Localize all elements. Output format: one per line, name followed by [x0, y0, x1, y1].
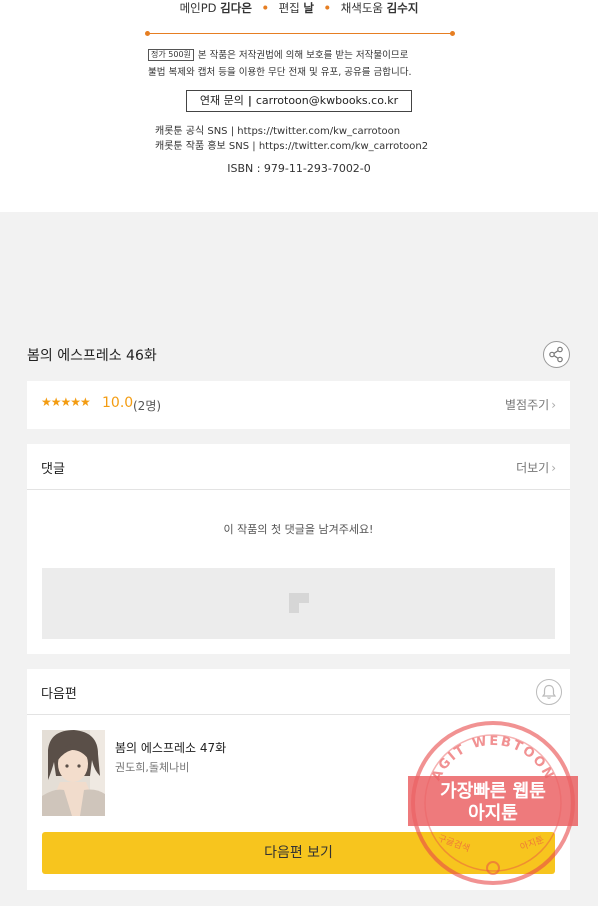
contact-label: 연재 문의 [199, 94, 244, 107]
rating-score: 10.0 [102, 395, 134, 411]
coloring-role: 채색도움 [340, 1, 384, 15]
contact-email: carrotoon@kwbooks.co.kr [255, 94, 399, 107]
price-badge: 정가 500원 [148, 49, 194, 61]
next-episode-thumbnail[interactable] [42, 730, 105, 816]
next-episode-authors: 권도희,돌체나비 [115, 761, 190, 774]
isbn: ISBN : 979-11-293-7002-0 [227, 162, 371, 175]
comment-input[interactable] [42, 568, 555, 639]
next-episode-button[interactable]: 다음편 보기 [42, 832, 555, 874]
contact-separator: | [247, 94, 252, 107]
episode-title: 봄의 에스프레소 46화 [27, 348, 157, 364]
comments-header: 댓글 더보기 › [27, 444, 570, 490]
sns-line-2: 캐롯툰 작품 홍보 SNS | https://twitter.com/kw_c… [155, 141, 429, 152]
next-episode-label: 다음편 [41, 687, 77, 702]
share-button[interactable] [543, 341, 570, 368]
notification-button[interactable] [536, 679, 562, 705]
editor-name: 날 [303, 1, 315, 15]
rating-card: ★★★★★ 10.0 (2명) 별점주기 › [27, 381, 570, 429]
copyright-notice: 정가 500원 본 작품은 저작권법에 의해 보호를 받는 저작물이므로 불법 복… [148, 47, 458, 81]
editor-role: 편집 [278, 1, 300, 15]
main-pd-role: 메인PD [179, 1, 217, 15]
star-rating-icon: ★★★★★ [41, 395, 91, 409]
rating-count: (2명) [133, 399, 162, 413]
comments-more-button[interactable]: 더보기 › [516, 459, 556, 476]
pencil-icon [289, 593, 309, 613]
divider-line [145, 31, 455, 36]
rate-button[interactable]: 별점주기 › [505, 396, 556, 413]
next-episode-title[interactable]: 봄의 에스프레소 47화 [115, 739, 226, 756]
chevron-right-icon: › [551, 398, 556, 412]
sns-line-1: 캐롯툰 공식 SNS | https://twitter.com/kw_carr… [155, 126, 401, 137]
separator-dot: • [323, 1, 332, 15]
character-illustration [42, 730, 105, 816]
contact-box: 연재 문의 | carrotoon@kwbooks.co.kr [186, 90, 412, 112]
empty-comments-message: 이 작품의 첫 댓글을 남겨주세요! [223, 523, 374, 536]
more-label: 더보기 [516, 461, 550, 475]
notice-line-1: 본 작품은 저작권법에 의해 보호를 받는 저작물이므로 [197, 50, 409, 61]
chevron-right-icon: › [551, 461, 556, 475]
bell-icon [541, 684, 557, 699]
next-episode-card: 다음편 봄의 에스프레소 47화 권도희,돌체나비 다음편 보기 [27, 669, 570, 890]
notice-line-2: 불법 복제와 캡처 등을 이용한 무단 전재 및 유포, 공유를 금합니다. [148, 67, 412, 78]
separator-dot: • [261, 1, 269, 15]
staff-credits: 메인PD 김다은 • 편집 날 • 채색도움 김수지 [0, 0, 598, 16]
next-episode-header: 다음편 [27, 669, 570, 715]
share-icon [549, 346, 563, 363]
comments-label: 댓글 [41, 462, 65, 477]
comments-card: 댓글 더보기 › 이 작품의 첫 댓글을 남겨주세요! [27, 444, 570, 654]
main-pd-name: 김다은 [220, 1, 252, 15]
rate-label: 별점주기 [505, 398, 550, 412]
coloring-name: 김수지 [386, 1, 419, 15]
sns-links: 캐롯툰 공식 SNS | https://twitter.com/kw_carr… [155, 124, 428, 154]
credits-section: 메인PD 김다은 • 편집 날 • 채색도움 김수지 정가 500원 본 작품은 … [0, 0, 598, 212]
